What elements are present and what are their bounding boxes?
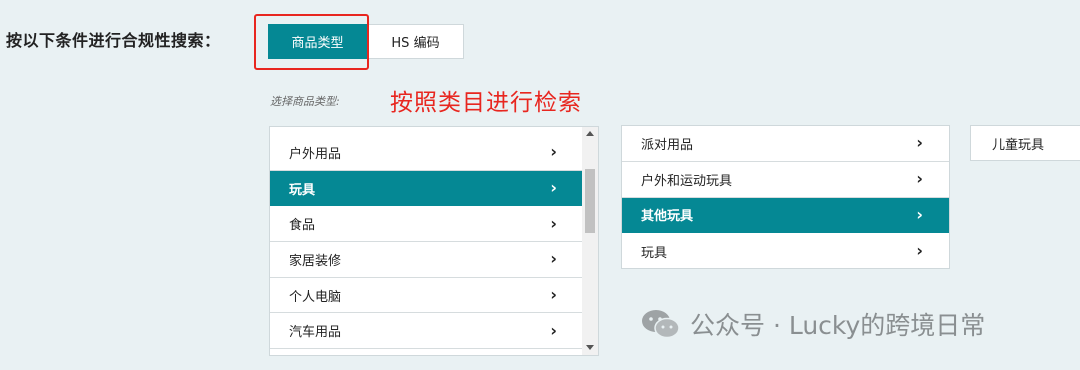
subcategory-item-outdoor-sports-toys[interactable]: 户外和运动玩具 › (622, 162, 949, 198)
category-level2-panel: 派对用品 › 户外和运动玩具 › 其他玩具 › 玩具 › (621, 125, 950, 269)
chevron-right-icon: › (550, 249, 557, 269)
watermark: 公众号 · Lucky的跨境日常 (640, 306, 985, 342)
category-level1-list: 户外用品 › 玩具 › 食品 › 家居装修 › 个人电脑 › 汽车用品 › (270, 135, 583, 350)
chevron-right-icon: › (550, 142, 557, 162)
highlight-annotation-box (254, 14, 369, 70)
scroll-thumb[interactable] (585, 169, 595, 233)
scroll-down-arrow-icon[interactable] (586, 345, 594, 350)
category-item-pc[interactable]: 个人电脑 › (270, 278, 583, 314)
subcategory-item-other-toys[interactable]: 其他玩具 › (622, 197, 949, 234)
chevron-right-icon: › (916, 241, 923, 261)
category-level1-panel: 户外用品 › 玩具 › 食品 › 家居装修 › 个人电脑 › 汽车用品 › (269, 126, 599, 356)
chevron-right-icon: › (916, 204, 923, 224)
category-search-annotation: 按照类目进行检索 (390, 90, 582, 116)
scroll-up-arrow-icon[interactable] (586, 131, 594, 136)
subcategory-item-label: 玩具 (641, 245, 668, 261)
chevron-right-icon: › (550, 178, 557, 198)
chevron-right-icon: › (916, 133, 923, 153)
category-level3-item-kids-toys[interactable]: 儿童玩具 (970, 125, 1080, 161)
chevron-right-icon: › (550, 285, 557, 305)
category-item-label: 户外用品 (289, 146, 342, 162)
category-level3-label: 儿童玩具 (992, 137, 1045, 153)
category-item-automotive[interactable]: 汽车用品 › (270, 313, 583, 350)
scrollbar[interactable] (582, 127, 598, 355)
category-item-label: 玩具 (289, 182, 316, 198)
category-item-label: 个人电脑 (289, 289, 342, 305)
category-item-label: 食品 (289, 218, 316, 234)
category-item-toys[interactable]: 玩具 › (270, 170, 583, 207)
search-criteria-label: 按以下条件进行合规性搜索： (6, 31, 221, 50)
subcategory-item-party-supplies[interactable]: 派对用品 › (622, 126, 949, 162)
chevron-right-icon: › (550, 320, 557, 340)
category-item-food[interactable]: 食品 › (270, 206, 583, 243)
select-product-type-hint: 选择商品类型: (270, 95, 340, 108)
subcategory-item-label: 其他玩具 (641, 209, 694, 225)
subcategory-item-toys[interactable]: 玩具 › (622, 233, 949, 269)
category-item-home-improvement[interactable]: 家居装修 › (270, 242, 583, 278)
chevron-right-icon: › (916, 169, 923, 189)
wechat-icon (642, 310, 680, 339)
category-item-outdoor[interactable]: 户外用品 › (270, 135, 583, 171)
chevron-right-icon: › (550, 213, 557, 233)
category-item-label: 家居装修 (289, 253, 342, 269)
category-item-label: 汽车用品 (289, 325, 342, 341)
watermark-text: 公众号 · Lucky的跨境日常 (690, 311, 986, 340)
tab-hs-code[interactable]: HS 编码 (367, 24, 464, 59)
subcategory-item-label: 户外和运动玩具 (641, 173, 733, 189)
subcategory-item-label: 派对用品 (641, 137, 694, 153)
